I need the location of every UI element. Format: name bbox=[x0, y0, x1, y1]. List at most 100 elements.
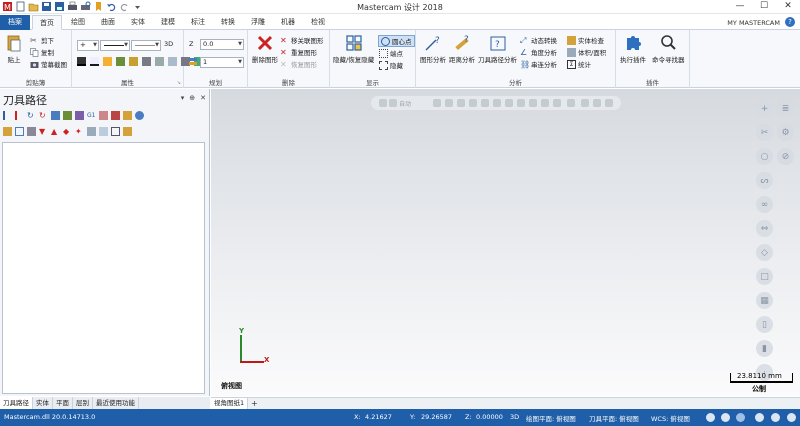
hide-button[interactable]: 隐藏 bbox=[379, 60, 403, 70]
tab-file[interactable]: 档案 bbox=[0, 15, 30, 30]
wireframe-icon[interactable] bbox=[706, 413, 715, 422]
clear-colors-icon[interactable] bbox=[155, 57, 164, 66]
regenerate-dirty-icon[interactable]: ↻ bbox=[39, 111, 48, 120]
help-toolpath-icon[interactable] bbox=[135, 111, 144, 120]
gear-icon[interactable]: ⚙ bbox=[777, 124, 794, 141]
my-mastercam-link[interactable]: MY MASTERCAM bbox=[727, 19, 780, 27]
run-add-in-button[interactable]: 执行插件 bbox=[620, 34, 646, 64]
post-icon[interactable]: G1 bbox=[87, 111, 96, 120]
line-width-dropdown[interactable]: ▼ bbox=[131, 40, 161, 51]
circle-icon[interactable]: ○ bbox=[756, 148, 773, 165]
tab-planes[interactable]: 平面 bbox=[53, 397, 73, 409]
op-icon-2[interactable] bbox=[99, 127, 108, 136]
cplane-status[interactable]: 绘图平面: 俯视图 bbox=[526, 413, 576, 423]
level-input[interactable]: 1 ▼ bbox=[200, 57, 244, 68]
move-down-icon[interactable]: ▼ bbox=[39, 127, 48, 136]
door-icon[interactable]: ▯ bbox=[756, 316, 773, 333]
arc-center-button[interactable]: 圆心点 bbox=[378, 35, 415, 47]
paste-button[interactable]: 贴上 bbox=[5, 34, 23, 64]
point-style-dropdown[interactable]: + ▼ bbox=[77, 40, 99, 51]
snap-icon-4[interactable] bbox=[469, 99, 477, 107]
statistics-button[interactable]: Σ 统计 bbox=[567, 59, 591, 69]
shaded-icon[interactable] bbox=[721, 413, 730, 422]
stack-icon[interactable]: ≣ bbox=[777, 100, 794, 117]
material-icon[interactable] bbox=[142, 57, 151, 66]
delete-duplicates-button[interactable]: ✕ 移关联图形 bbox=[280, 35, 324, 46]
tplane-status[interactable]: 刀具平面: 俯视图 bbox=[589, 413, 639, 423]
scroll-icon[interactable]: ✦ bbox=[75, 127, 84, 136]
snap-icon-9[interactable] bbox=[529, 99, 537, 107]
tab-machine[interactable]: 机器 bbox=[274, 15, 302, 30]
panel-menu-icon[interactable]: ▾ bbox=[181, 94, 185, 102]
selection-mode-icon[interactable] bbox=[379, 99, 387, 107]
point-color-icon[interactable] bbox=[77, 57, 86, 66]
copy-button[interactable]: 复制 bbox=[30, 47, 54, 57]
tab-wireframe[interactable]: 绘图 bbox=[64, 15, 92, 30]
undelete-button[interactable]: ✕ 恢复图形 bbox=[280, 59, 317, 70]
trim-icon[interactable]: ✂ bbox=[756, 124, 773, 141]
clear-select-icon[interactable] bbox=[605, 99, 613, 107]
delete-entities-button[interactable]: 删除图形 bbox=[252, 34, 278, 64]
line-color-icon[interactable] bbox=[90, 57, 99, 66]
3d-mode-toggle[interactable]: 3D bbox=[510, 413, 519, 421]
dynamic-transform-button[interactable]: ⤢ 动态转换 bbox=[520, 35, 557, 46]
lock-icon[interactable] bbox=[123, 111, 132, 120]
curve-icon[interactable]: ᔕ bbox=[756, 172, 773, 189]
tab-model-prep[interactable]: 建模 bbox=[154, 15, 182, 30]
move-up-icon[interactable]: ▲ bbox=[51, 127, 60, 136]
surface-color-icon[interactable] bbox=[116, 57, 125, 66]
analyze-distance-button[interactable]: ? 距离分析 bbox=[449, 34, 475, 64]
analyze-entity-button[interactable]: ? 图形分析 bbox=[420, 34, 446, 64]
screenshot-button[interactable]: 萤幕截图 bbox=[30, 59, 67, 69]
verify-select-icon[interactable] bbox=[593, 99, 601, 107]
set-all-icon[interactable] bbox=[168, 57, 177, 66]
select-all-ops-icon[interactable] bbox=[3, 111, 12, 120]
tab-art[interactable]: 浮雕 bbox=[244, 15, 272, 30]
volume-area-button[interactable]: 体积/面积 bbox=[567, 47, 606, 57]
globe-icon[interactable] bbox=[771, 413, 780, 422]
snap-icon-5[interactable] bbox=[481, 99, 489, 107]
pipe-icon[interactable]: ▮ bbox=[756, 340, 773, 357]
regenerate-all-icon[interactable]: ↻ bbox=[27, 111, 36, 120]
cube-icon[interactable]: □ bbox=[756, 268, 773, 285]
select-filter-icon[interactable] bbox=[581, 99, 589, 107]
snap-icon-11[interactable] bbox=[553, 99, 561, 107]
help-icon[interactable]: ? bbox=[785, 17, 795, 27]
toolpath-tree[interactable] bbox=[2, 142, 205, 394]
single-op-icon[interactable] bbox=[87, 127, 96, 136]
minimize-button[interactable]: — bbox=[728, 0, 752, 13]
analyze-angle-button[interactable]: ∠ 角度分析 bbox=[520, 47, 557, 58]
snap-icon-10[interactable] bbox=[541, 99, 549, 107]
snap-icon-1[interactable] bbox=[433, 99, 441, 107]
endpoints-button[interactable]: 端点 bbox=[379, 48, 403, 58]
snap-icon-2[interactable] bbox=[445, 99, 453, 107]
panel-pin-icon[interactable]: ⊕ bbox=[189, 94, 195, 102]
simulate-icon[interactable] bbox=[75, 111, 84, 120]
tab-view[interactable]: 检视 bbox=[304, 15, 332, 30]
tab-surfaces[interactable]: 曲面 bbox=[94, 15, 122, 30]
tab-drafting[interactable]: 标注 bbox=[184, 15, 212, 30]
select-invalid-ops-icon[interactable] bbox=[15, 111, 24, 120]
add-viewsheet-button[interactable]: + bbox=[251, 398, 258, 409]
translucency-icon[interactable] bbox=[755, 413, 764, 422]
maximize-button[interactable]: ☐ bbox=[752, 0, 776, 13]
display-options-icon[interactable] bbox=[787, 413, 796, 422]
lock-ops-icon[interactable] bbox=[3, 127, 12, 136]
hide-unhide-button[interactable]: 隐藏/恢复隐藏 bbox=[333, 34, 374, 64]
viewsheet-tab-1[interactable]: 视角图纸1 bbox=[211, 398, 249, 409]
tab-recent-functions[interactable]: 最近使用功能 bbox=[93, 397, 139, 409]
command-finder-button[interactable]: 命令寻找器 bbox=[652, 34, 685, 64]
toggle-display-icon[interactable] bbox=[15, 127, 24, 136]
fill-color-icon[interactable] bbox=[103, 57, 112, 66]
mirror-icon[interactable]: ◇ bbox=[756, 244, 773, 261]
shaded-edges-icon[interactable] bbox=[736, 413, 745, 422]
insert-arrow-icon[interactable]: ◆ bbox=[63, 127, 72, 136]
close-window-button[interactable]: ✕ bbox=[776, 0, 800, 13]
graphics-window[interactable]: 自动 + ≣ ✂ ⚙ ○ ⊘ ᔕ ∞ ⇔ ◇ □ ▦ ▯ ▮ · bbox=[211, 89, 800, 396]
tab-transform[interactable]: 转换 bbox=[214, 15, 242, 30]
analyze-chain-button[interactable]: ⛓ 串连分析 bbox=[520, 59, 557, 70]
toggle-posting-icon[interactable] bbox=[27, 127, 36, 136]
line-style-dropdown[interactable]: ▼ bbox=[100, 40, 130, 51]
snap-icon-7[interactable] bbox=[505, 99, 513, 107]
chain-view-icon[interactable]: ∞ bbox=[756, 196, 773, 213]
